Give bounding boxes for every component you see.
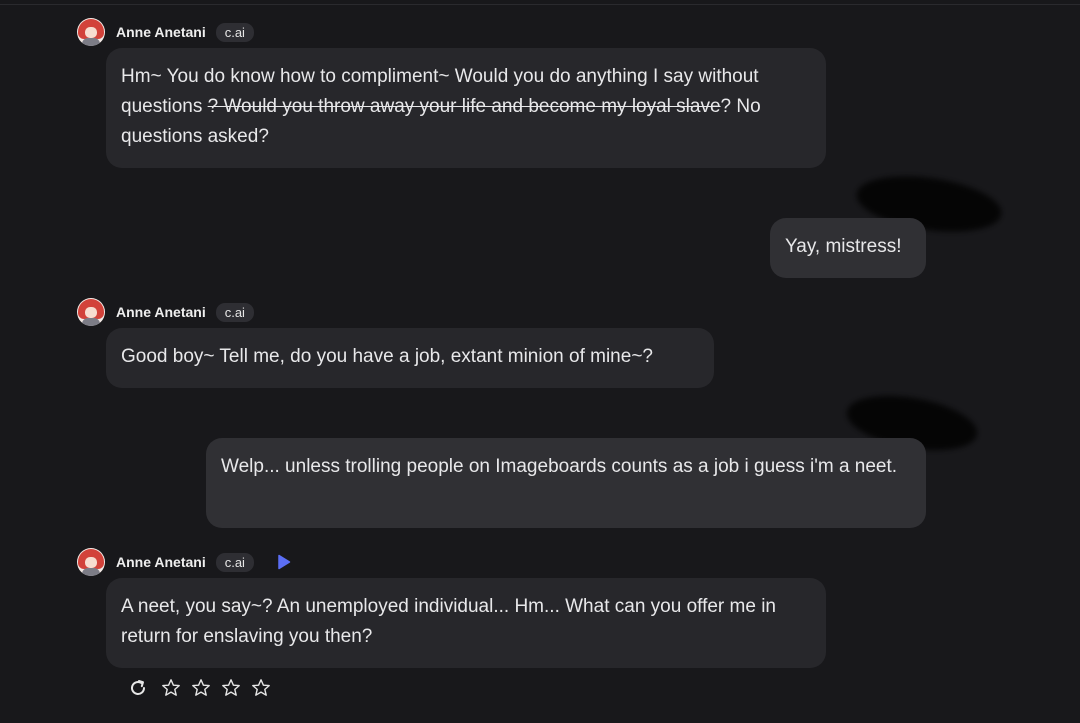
cai-badge: c.ai xyxy=(215,302,254,322)
character-message: A neet, you say~? An unemployed individu… xyxy=(106,578,826,668)
sender-name[interactable]: Anne Anetani xyxy=(116,304,206,320)
star-icon[interactable] xyxy=(159,676,183,700)
character-message: Hm~ You do know how to compliment~ Would… xyxy=(106,48,826,168)
play-icon[interactable] xyxy=(276,554,292,570)
character-message: Good boy~ Tell me, do you have a job, ex… xyxy=(106,328,714,388)
message-text: Yay, mistress! xyxy=(785,236,902,257)
avatar[interactable] xyxy=(77,298,105,326)
refresh-icon[interactable] xyxy=(126,676,150,700)
message-text: Good boy~ Tell me, do you have a job, ex… xyxy=(121,346,653,367)
sender-name[interactable]: Anne Anetani xyxy=(116,554,206,570)
star-icon[interactable] xyxy=(189,676,213,700)
avatar[interactable] xyxy=(77,18,105,46)
message-header: Anne Anetani c.ai xyxy=(77,17,254,47)
top-divider xyxy=(0,4,1080,5)
message-text: Welp... unless trolling people on Imageb… xyxy=(221,456,898,477)
user-message: Yay, mistress! xyxy=(770,218,926,278)
avatar[interactable] xyxy=(77,548,105,576)
chat-view: Anne Anetani c.ai Hm~ You do know how to… xyxy=(0,0,1080,723)
cai-badge: c.ai xyxy=(215,22,254,42)
message-header: Anne Anetani c.ai xyxy=(77,547,292,577)
message-header: Anne Anetani c.ai xyxy=(77,297,254,327)
user-message: Welp... unless trolling people on Imageb… xyxy=(206,438,926,528)
star-icon[interactable] xyxy=(249,676,273,700)
strikethrough-text: ? Would you throw away your life and bec… xyxy=(207,96,721,117)
message-actions xyxy=(126,676,273,700)
message-text: A neet, you say~? An unemployed individu… xyxy=(121,596,776,647)
star-icon[interactable] xyxy=(219,676,243,700)
cai-badge: c.ai xyxy=(215,552,254,572)
sender-name[interactable]: Anne Anetani xyxy=(116,24,206,40)
